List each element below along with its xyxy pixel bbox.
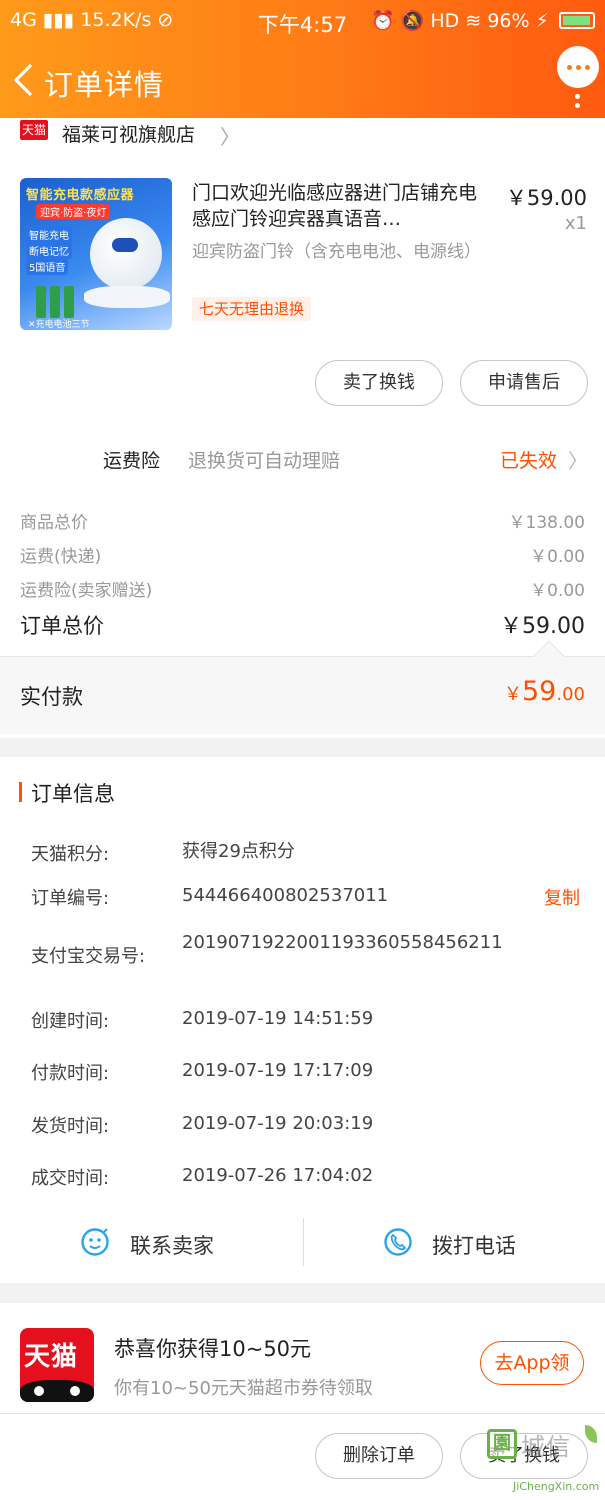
status-right: ⏰ 🔕 HD ≋ 96% ⚡ bbox=[371, 9, 595, 32]
info-label: 天猫积分: bbox=[31, 844, 110, 865]
more-dots-icon[interactable] bbox=[557, 46, 599, 88]
order-total-label: 订单总价 bbox=[20, 614, 104, 638]
sensor-body bbox=[90, 218, 162, 290]
order-number: 544466400802537011 bbox=[182, 885, 389, 906]
product-image-tag: 5国语音 bbox=[26, 258, 69, 275]
return-policy-tag: 七天无理由退换 bbox=[192, 297, 312, 321]
product-title[interactable]: 门口欢迎光临感应器进门店铺充电感应门铃迎宾器真语音… bbox=[192, 180, 488, 232]
watermark-logo: 園 bbox=[487, 1429, 517, 1459]
tmall-cat-eye bbox=[70, 1386, 80, 1396]
paid-label: 实付款 bbox=[20, 685, 83, 709]
product-image-footnote: ✕充电电池三节 bbox=[28, 320, 90, 330]
alipay-trade-number: 2019071922001193360558456211 bbox=[182, 932, 503, 953]
section-accent-bar bbox=[19, 782, 22, 802]
info-label: 订单编号: bbox=[31, 888, 110, 909]
chevron-right-icon[interactable]: 〉 bbox=[220, 121, 240, 150]
chat-face-icon[interactable] bbox=[80, 1227, 110, 1257]
leaf-icon bbox=[585, 1425, 597, 1443]
delete-order-button[interactable]: 删除订单 bbox=[315, 1433, 443, 1479]
watermark-text: 城信 bbox=[521, 1433, 571, 1461]
charging-icon: ⚡ bbox=[535, 10, 549, 32]
paid-decimal: .00 bbox=[556, 684, 585, 705]
battery-graphic bbox=[50, 286, 60, 318]
store-name[interactable]: 福莱可视旗舰店 bbox=[62, 120, 195, 147]
product-image[interactable]: 智能充电款感应器 迎宾·防盗·夜灯 智能充电 断电记忆 5国语音 ✕充电电池三节 bbox=[20, 178, 172, 330]
mute-icon: 🔕 bbox=[400, 10, 425, 32]
phone-icon[interactable] bbox=[383, 1227, 413, 1257]
battery-percent: 96% bbox=[487, 10, 530, 32]
info-label: 发货时间: bbox=[31, 1116, 110, 1137]
product-price: ￥59.00 bbox=[505, 186, 587, 210]
battery-icon bbox=[559, 12, 595, 29]
tmall-cat-eye bbox=[34, 1386, 44, 1396]
info-label: 创建时间: bbox=[31, 1011, 110, 1032]
product-image-headline: 智能充电款感应器 bbox=[26, 188, 135, 203]
paid-integer: 59 bbox=[522, 676, 557, 707]
product-image-tag: 智能充电 bbox=[26, 226, 72, 243]
info-label: 支付宝交易号: bbox=[31, 946, 146, 967]
contact-seller-button[interactable]: 联系卖家 bbox=[130, 1230, 214, 1260]
order-info-title: 订单信息 bbox=[31, 782, 115, 806]
battery-graphic bbox=[36, 286, 46, 318]
tmall-cat-face bbox=[20, 1380, 94, 1402]
after-sale-button[interactable]: 申请售后 bbox=[460, 360, 588, 406]
fee-value: ￥0.00 bbox=[530, 547, 585, 567]
product-image-subline: 迎宾·防盗·夜灯 bbox=[36, 204, 111, 219]
chevron-right-icon[interactable]: 〉 bbox=[568, 445, 588, 474]
fee-label: 商品总价 bbox=[20, 513, 88, 533]
product-quantity: x1 bbox=[564, 213, 587, 234]
menu-dots-icon[interactable] bbox=[575, 94, 581, 118]
page-title: 订单详情 bbox=[44, 68, 165, 102]
info-value: 2019-07-19 14:51:59 bbox=[182, 1008, 374, 1029]
status-bar: 4G ▮▮▮ 15.2K/s ⊘ 下午4:57 ⏰ 🔕 HD ≋ 96% ⚡ bbox=[0, 0, 605, 42]
product-sku: 迎宾防盗门铃（含充电电池、电源线） bbox=[192, 242, 481, 262]
hd-label: HD bbox=[430, 10, 460, 32]
copy-button[interactable]: 复制 bbox=[544, 884, 580, 910]
insurance-status[interactable]: 已失效 bbox=[500, 446, 557, 473]
nav-bar: 订单详情 bbox=[0, 42, 605, 118]
tmall-badge-icon: 天猫 bbox=[20, 120, 48, 140]
watermark-url: JiChengXin.com bbox=[513, 1480, 600, 1493]
tmall-logo-icon: 天猫 bbox=[20, 1328, 94, 1402]
info-value: 2019-07-19 20:03:19 bbox=[182, 1113, 374, 1134]
fee-label: 运费(快递) bbox=[20, 547, 102, 567]
sensor-eye bbox=[112, 238, 138, 252]
info-value: 2019-07-19 17:17:09 bbox=[182, 1060, 374, 1081]
app-header: 4G ▮▮▮ 15.2K/s ⊘ 下午4:57 ⏰ 🔕 HD ≋ 96% ⚡ 订… bbox=[0, 0, 605, 118]
call-phone-button[interactable]: 拨打电话 bbox=[432, 1230, 516, 1260]
tmall-logo-text: 天猫 bbox=[24, 1342, 79, 1372]
paid-amount: ￥59.00 bbox=[504, 676, 585, 707]
chevron-left-icon[interactable] bbox=[10, 62, 40, 98]
info-label: 付款时间: bbox=[31, 1063, 110, 1084]
go-app-button[interactable]: 去App领 bbox=[480, 1341, 584, 1385]
wifi-icon: ≋ bbox=[465, 10, 482, 32]
fee-label: 运费险(卖家赠送) bbox=[20, 581, 153, 601]
info-label: 成交时间: bbox=[31, 1168, 110, 1189]
promo-subtitle: 你有10~50元天猫超市券待领取 bbox=[114, 1378, 373, 1399]
watermark: 園 城信 JiChengXin.com bbox=[487, 1425, 603, 1497]
sell-trade-button[interactable]: 卖了换钱 bbox=[315, 360, 443, 406]
contact-divider bbox=[303, 1218, 304, 1266]
paid-currency: ￥ bbox=[504, 684, 522, 705]
alarm-icon: ⏰ bbox=[370, 10, 395, 32]
promo-title: 恭喜你获得10~50元 bbox=[114, 1337, 312, 1361]
product-image-tag: 断电记忆 bbox=[26, 242, 72, 259]
sensor-base bbox=[84, 286, 170, 308]
battery-graphic bbox=[64, 286, 74, 318]
info-value: 获得29点积分 bbox=[182, 841, 295, 862]
fee-value: ￥0.00 bbox=[530, 581, 585, 601]
order-total-value: ￥59.00 bbox=[500, 614, 585, 639]
fee-value: ￥138.00 bbox=[508, 513, 585, 533]
info-value: 2019-07-26 17:04:02 bbox=[182, 1165, 374, 1186]
insurance-desc: 退换货可自动理赔 bbox=[188, 450, 341, 472]
insurance-label: 运费险 bbox=[103, 450, 161, 472]
